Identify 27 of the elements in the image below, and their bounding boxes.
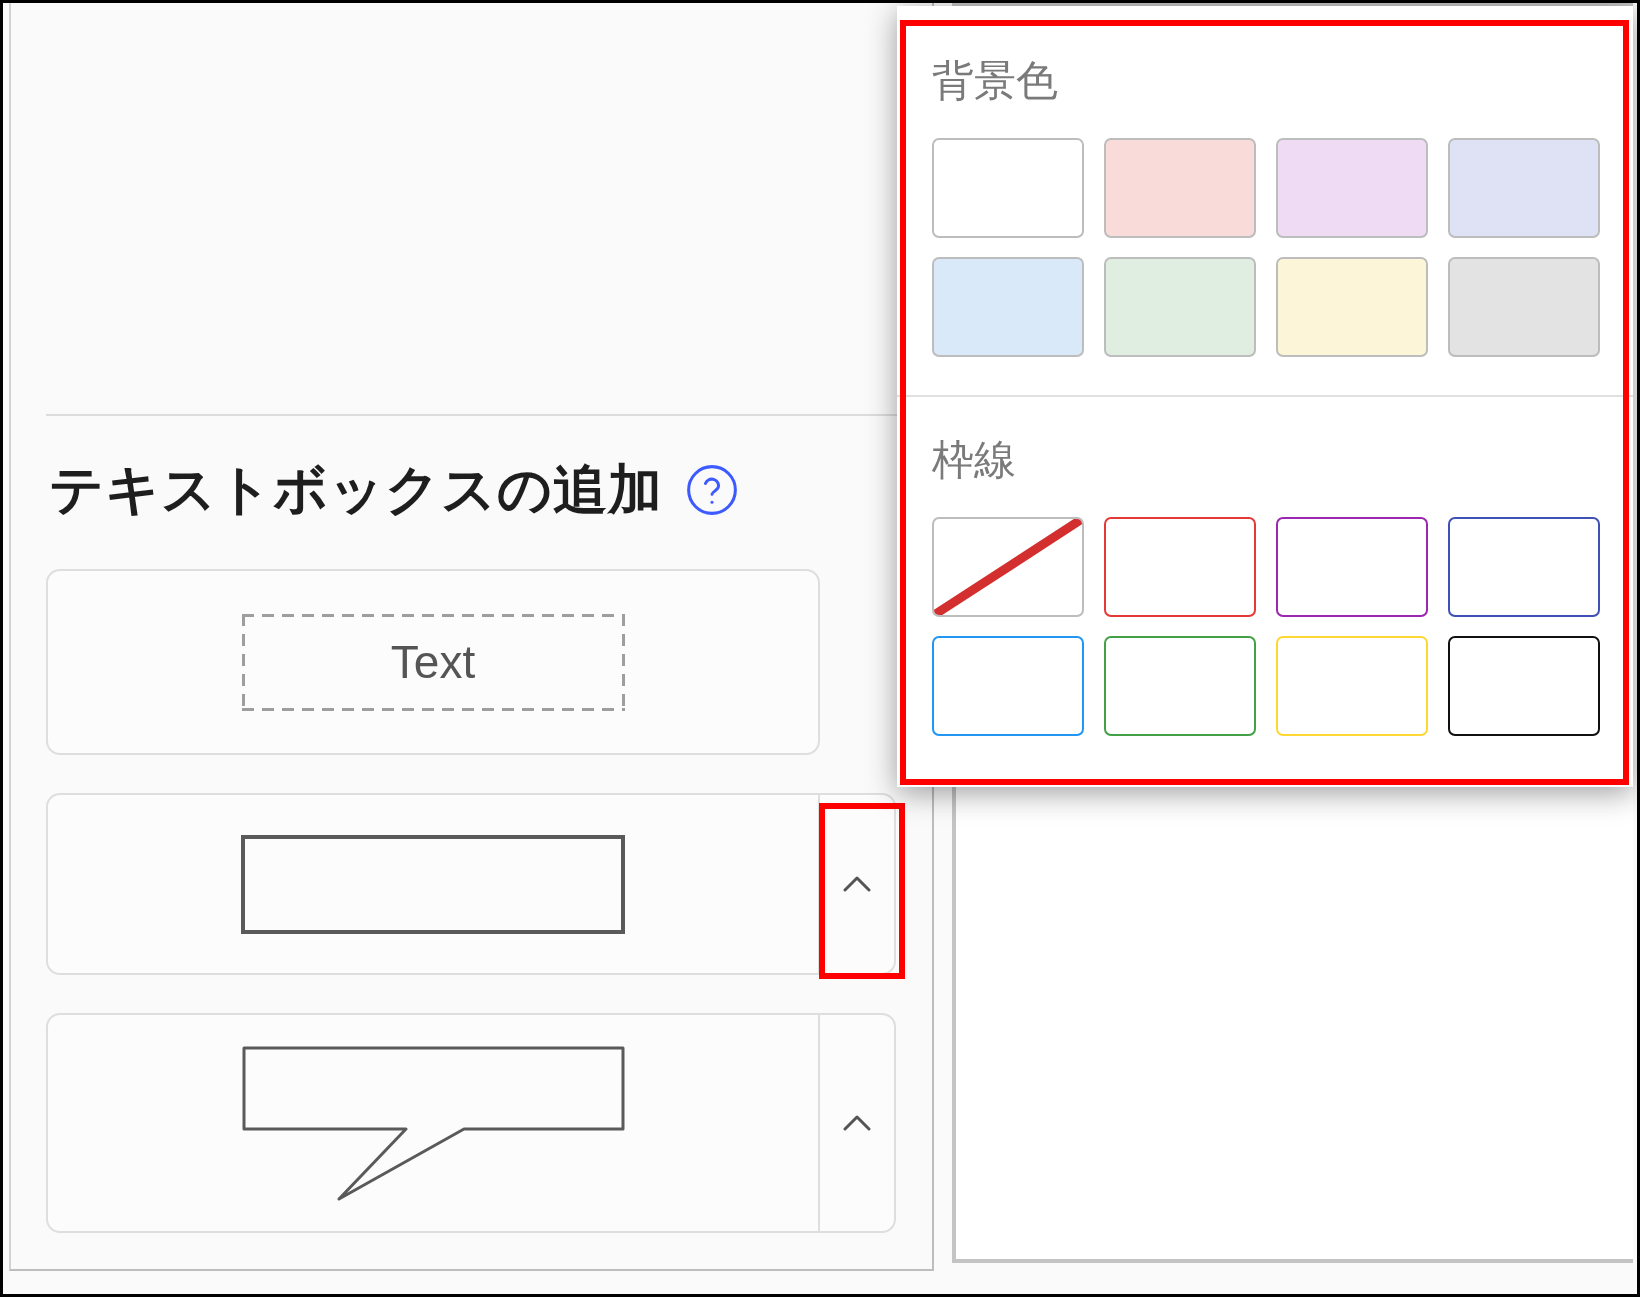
border-color-swatch[interactable] [932,636,1084,736]
section-label: 枠線 [932,435,1016,485]
chevron-up-icon [843,1115,871,1131]
background-color-swatch[interactable] [1104,138,1256,238]
speech-bubble-icon [241,1045,625,1201]
background-color-swatch[interactable] [932,138,1084,238]
rectangle-icon [241,834,625,934]
slash-icon [934,519,1082,615]
border-color-swatch[interactable] [1276,517,1428,617]
section-title: テキストボックスの追加 [49,460,663,520]
background-color-swatch[interactable] [1448,257,1600,357]
border-color-swatch[interactable] [1448,636,1600,736]
textbox-style-card[interactable]: Text [46,569,820,755]
background-color-swatch[interactable] [1104,257,1256,357]
border-color-swatch[interactable] [1104,517,1256,617]
background-color-swatch[interactable] [1276,138,1428,238]
dashed-text-box: Text [241,613,625,711]
textbox-style-card[interactable] [46,793,896,975]
help-icon[interactable] [687,465,737,515]
chevron-up-icon [843,876,871,892]
background-color-swatch[interactable] [1276,257,1428,357]
border-color-swatch[interactable] [1448,517,1600,617]
background-color-swatch[interactable] [932,257,1084,357]
no-border-swatch[interactable] [932,517,1084,617]
border-color-swatch[interactable] [1104,636,1256,736]
background-color-swatch[interactable] [1448,138,1600,238]
section-label: 背景色 [932,56,1058,106]
